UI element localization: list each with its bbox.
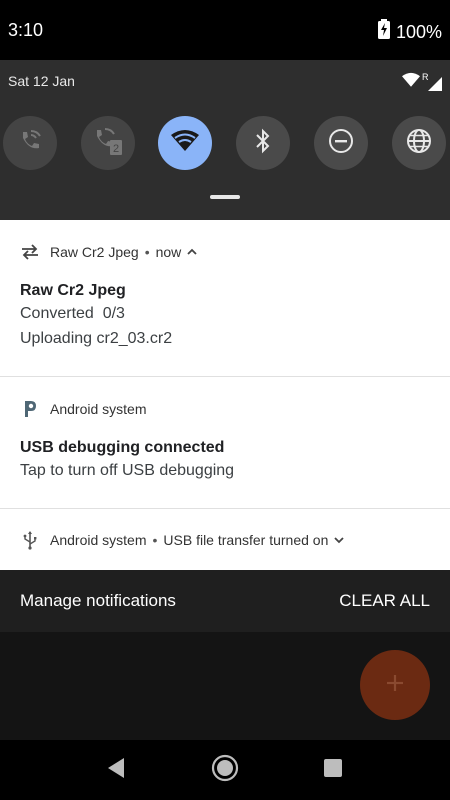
manage-notifications-button[interactable]: Manage notifications [20,591,176,611]
home-icon [211,754,239,787]
qs-tile-wifi[interactable] [158,116,212,170]
home-button[interactable] [210,754,240,787]
notification-time: now [155,244,182,260]
wifi-calling-icon [17,128,43,159]
bluetooth-icon [253,128,273,159]
qs-tile-globe[interactable] [392,116,446,170]
notification-header: Android system • USB file transfer turne… [0,528,345,552]
chevron-up-icon[interactable] [187,248,197,256]
notification-line: Converted 0/3 [20,305,125,322]
signal-icon: R [422,72,442,91]
notification-header: Raw Cr2 Jpeg • now [0,240,197,264]
qs-tile-wifi-calling[interactable] [3,116,57,170]
dot-separator: • [152,532,158,548]
qs-date: Sat 12 Jan [8,73,75,89]
notification-title: Raw Cr2 Jpeg [20,282,126,299]
do-not-disturb-icon [328,128,354,159]
notification-app-name: Raw Cr2 Jpeg [50,244,139,260]
back-icon [106,757,126,784]
recents-icon [323,758,343,783]
status-bar: 3:10 100% [0,0,450,60]
qs-tile-do-not-disturb[interactable] [314,116,368,170]
status-time: 3:10 [8,20,44,40]
status-right: 100% [377,19,442,44]
notification-title: USB debugging connected [20,439,225,456]
plus-icon [385,673,405,698]
notification-raw-cr2-jpeg[interactable]: Raw Cr2 Jpeg • now Raw Cr2 Jpeg Converte… [0,220,450,377]
back-button[interactable] [101,755,131,785]
globe-icon [406,128,432,159]
qs-tiles: 2 [3,116,450,172]
notification-app-name: Android system [50,401,147,417]
notification-summary: USB file transfer turned on [163,532,329,548]
dot-separator: • [144,244,150,260]
chevron-down-icon[interactable] [334,536,345,544]
notification-text: Tap to turn off USB debugging [20,462,235,479]
qs-tile-bluetooth[interactable] [236,116,290,170]
wifi-icon [170,129,200,158]
usb-icon [20,530,40,550]
battery-percent: 100% [395,21,442,42]
sync-arrows-icon [20,242,40,262]
wifi-calling-2-icon: 2 [93,126,123,161]
notification-usb-file-transfer[interactable]: Android system • USB file transfer turne… [0,509,450,571]
floating-action-button[interactable] [360,650,430,720]
notification-list: Raw Cr2 Jpeg • now Raw Cr2 Jpeg Converte… [0,220,450,571]
notification-app-name: Android system [50,532,147,548]
quick-settings-panel: Sat 12 Jan R 2 [0,60,450,220]
qs-tile-wifi-calling-2[interactable]: 2 [81,116,135,170]
notification-usb-debugging[interactable]: Android system USB debugging connected T… [0,377,450,509]
notification-header: Android system [0,397,146,421]
qs-indicators: R [402,72,442,93]
android-system-icon [20,399,40,419]
battery-charging-icon [377,19,390,44]
wifi-icon [402,72,420,93]
notification-line: Uploading cr2_03.cr2 [20,330,173,347]
notification-footer: Manage notifications CLEAR ALL [0,570,450,632]
qs-expand-handle[interactable] [210,195,240,199]
recents-button[interactable] [318,755,348,785]
navigation-bar [0,740,450,800]
clear-all-button[interactable]: CLEAR ALL [339,591,430,611]
phone-screen: 3:10 100% Sat 12 Jan R 2 Raw Cr2 Jpeg • … [0,0,450,800]
svg-text:2: 2 [113,143,119,155]
